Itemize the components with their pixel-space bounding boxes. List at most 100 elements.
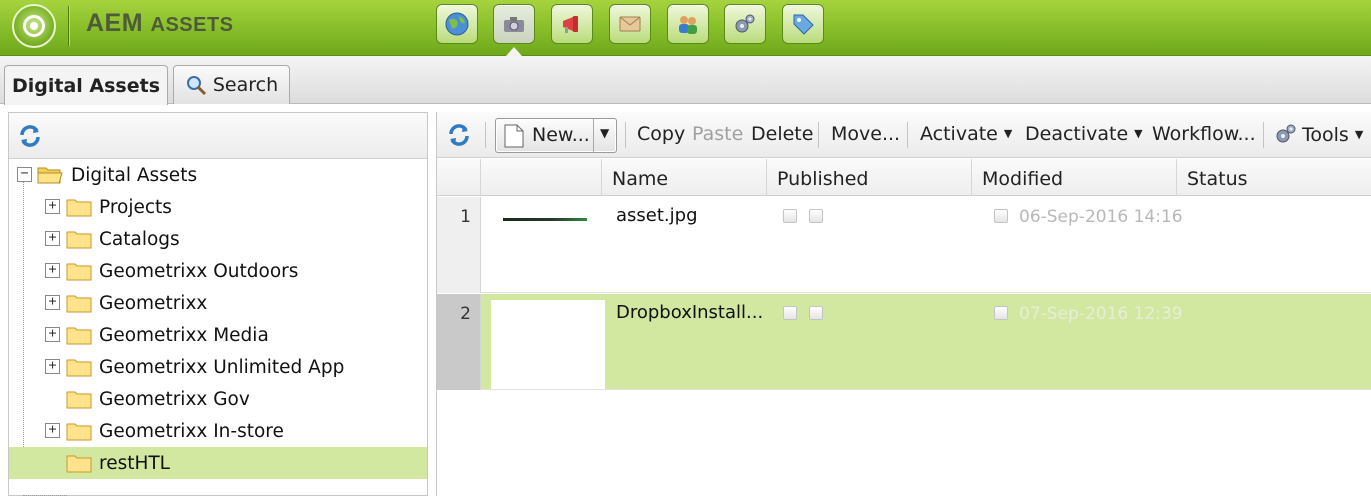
tree-item-label: Geometrixx Unlimited App <box>99 356 345 378</box>
dropdown-arrow-icon: ▼ <box>1354 128 1364 141</box>
tab-search[interactable]: Search <box>173 65 290 104</box>
asset-name[interactable]: DropboxInstall... <box>616 302 763 323</box>
row-number: 2 <box>437 294 481 390</box>
folder-icon <box>66 263 92 281</box>
row-number: 1 <box>437 197 481 293</box>
tree-item-digital-assets[interactable]: − Digital Assets <box>9 159 427 191</box>
expand-icon[interactable]: + <box>45 423 60 438</box>
folder-icon <box>66 295 92 313</box>
tree-item-geometrixx-media[interactable]: + Geometrixx Media <box>9 319 427 351</box>
tree-item-label: Catalogs <box>99 228 180 250</box>
asset-name[interactable]: asset.jpg <box>616 205 698 226</box>
tree-item-projects[interactable]: + Projects <box>9 191 427 223</box>
dropdown-arrow-icon: ▼ <box>1134 127 1143 140</box>
expand-icon[interactable]: + <box>45 263 60 278</box>
users-icon <box>679 16 697 34</box>
tree-item-geometrixx-gov[interactable]: Geometrixx Gov <box>9 383 427 415</box>
published-checkbox <box>783 209 797 223</box>
refresh-icon[interactable] <box>446 122 472 148</box>
app-title-prefix: AEM <box>86 9 151 37</box>
folder-open-icon <box>37 167 63 184</box>
column-header-rownum <box>437 159 481 196</box>
toolbar-separator <box>818 122 819 148</box>
copy-button[interactable]: Copy <box>637 123 685 145</box>
table-row[interactable]: 1 asset.jpg 06-Sep-2016 14:16 <box>437 197 1371 293</box>
asset-grid-panel: New... ▼ Copy Paste Delete Move... Activ… <box>436 112 1371 496</box>
toolbar-separator <box>907 122 908 148</box>
folder-icon <box>66 423 92 441</box>
tag-icon <box>793 14 814 35</box>
tree-item-resthtl[interactable]: restHTL <box>9 447 427 479</box>
expand-icon[interactable]: + <box>45 327 60 342</box>
nav-campaigns-button[interactable] <box>551 4 593 44</box>
nav-inbox-button[interactable] <box>609 4 651 44</box>
new-button[interactable]: New... ▼ <box>495 118 617 153</box>
collapse-icon[interactable]: − <box>17 167 32 182</box>
globe-icon <box>445 12 469 36</box>
folder-icon <box>66 327 92 345</box>
asset-thumbnail[interactable] <box>503 218 587 221</box>
app-header: AEM ASSETS <box>0 0 1371 56</box>
tree-toolbar <box>9 113 427 159</box>
tree-item-label: Geometrixx In-store <box>99 420 284 442</box>
camera-icon <box>504 17 524 32</box>
tools-label: Tools <box>1302 124 1349 146</box>
nav-tools-button[interactable] <box>724 4 766 44</box>
folder-icon <box>66 455 92 473</box>
tree-item-geometrixx-unlimited-app[interactable]: + Geometrixx Unlimited App <box>9 351 427 383</box>
tree-item-geometrixx-outdoors[interactable]: + Geometrixx Outdoors <box>9 255 427 287</box>
folder-icon <box>66 391 92 409</box>
folder-tree-panel: − Digital Assets + Projects + Catalogs +… <box>8 112 428 496</box>
column-header-status[interactable]: Status <box>1177 159 1371 196</box>
delete-button[interactable]: Delete <box>751 123 813 145</box>
refresh-icon[interactable] <box>17 123 43 149</box>
modified-date: 07-Sep-2016 12:39 <box>1019 304 1183 324</box>
modified-date: 06-Sep-2016 14:16 <box>1019 207 1183 227</box>
column-header-published[interactable]: Published <box>767 159 972 196</box>
app-title-main: ASSETS <box>150 14 234 36</box>
active-nav-indicator <box>506 47 522 56</box>
nav-tagging-button[interactable] <box>782 4 824 44</box>
tab-label: Search <box>212 74 279 96</box>
dropdown-arrow-icon[interactable]: ▼ <box>600 126 609 140</box>
table-row[interactable]: 2 DropboxInstall... 07-Sep-2016 12:39 <box>437 294 1371 390</box>
expand-icon[interactable]: + <box>45 359 60 374</box>
magnifier-icon <box>185 74 207 96</box>
tree-item-geometrixx[interactable]: + Geometrixx <box>9 287 427 319</box>
nav-community-button[interactable] <box>667 4 709 44</box>
folder-icon <box>66 199 92 217</box>
tools-button[interactable]: Tools ▼ <box>1274 123 1363 146</box>
asset-thumbnail[interactable] <box>491 300 605 389</box>
tree-item-catalogs[interactable]: + Catalogs <box>9 223 427 255</box>
aem-logo-icon[interactable] <box>12 4 56 48</box>
tree-item-label: Geometrixx Gov <box>99 388 250 410</box>
workflow-button[interactable]: Workflow... <box>1152 123 1256 145</box>
paste-button[interactable]: Paste <box>692 123 743 145</box>
gears-icon <box>735 14 755 33</box>
tree-item-label: Geometrixx Media <box>99 324 269 346</box>
move-button[interactable]: Move... <box>831 123 900 145</box>
tree-item-label: Digital Assets <box>71 164 198 186</box>
tab-label: Digital Assets <box>11 74 161 97</box>
grid-toolbar: New... ▼ Copy Paste Delete Move... Activ… <box>437 112 1371 158</box>
gears-icon <box>1276 124 1296 143</box>
expand-icon[interactable]: + <box>45 231 60 246</box>
published-checkbox <box>809 306 823 320</box>
activate-button[interactable]: Activate ▼ <box>920 123 1012 145</box>
megaphone-icon <box>563 16 578 33</box>
nav-websites-button[interactable] <box>436 4 478 44</box>
tab-digital-assets[interactable]: Digital Assets <box>4 65 168 105</box>
tree-item-geometrixx-in-store[interactable]: + Geometrixx In-store <box>9 415 427 447</box>
toolbar-separator <box>1263 122 1264 148</box>
deactivate-button[interactable]: Deactivate ▼ <box>1025 123 1143 145</box>
folder-icon <box>66 231 92 249</box>
tree-item-label: Projects <box>99 196 172 218</box>
modified-checkbox <box>994 306 1008 320</box>
column-header-modified[interactable]: Modified <box>972 159 1177 196</box>
column-header-name[interactable]: Name <box>602 159 767 196</box>
activate-label: Activate <box>920 123 998 145</box>
expand-icon[interactable]: + <box>45 295 60 310</box>
expand-icon[interactable]: + <box>45 199 60 214</box>
nav-digital-assets-button[interactable] <box>493 4 535 44</box>
toolbar-separator <box>485 122 486 148</box>
